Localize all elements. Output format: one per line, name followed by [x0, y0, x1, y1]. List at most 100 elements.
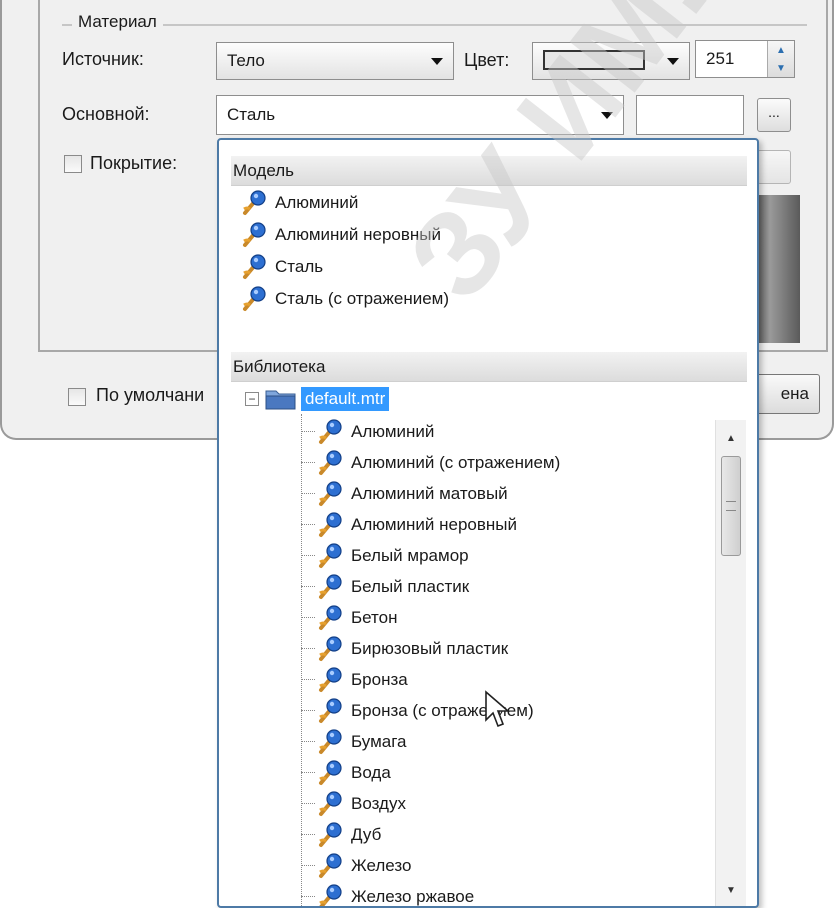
material-icon: [317, 604, 345, 632]
library-material-item[interactable]: Бумага: [301, 726, 407, 757]
library-material-item[interactable]: Алюминий матовый: [301, 478, 508, 509]
tree-branch-line: [301, 865, 315, 866]
color-label: Цвет:: [464, 50, 509, 71]
material-icon: [317, 542, 345, 570]
tree-root-label[interactable]: default.mtr: [301, 387, 389, 411]
coating-checkbox[interactable]: [64, 155, 82, 173]
library-material-item[interactable]: Алюминий (с отражением): [301, 447, 560, 478]
library-material-item[interactable]: Бетон: [301, 602, 397, 633]
folder-icon: [265, 387, 297, 411]
library-material-item[interactable]: Алюминий неровный: [301, 509, 517, 540]
library-material-item[interactable]: Бронза: [301, 664, 408, 695]
library-material-item[interactable]: Бирюзовый пластик: [301, 633, 508, 664]
tree-branch-line: [301, 710, 315, 711]
material-icon: [317, 635, 345, 663]
tree-branch-line: [301, 493, 315, 494]
model-material-label: Алюминий неровный: [275, 225, 441, 245]
library-material-label: Алюминий неровный: [351, 515, 517, 535]
default-checkbox[interactable]: [68, 388, 86, 406]
tree-branch-line: [301, 462, 315, 463]
model-section-header: Модель: [231, 156, 747, 186]
material-icon: [241, 253, 269, 281]
library-section-header: Библиотека: [231, 352, 747, 382]
material-icon: [317, 573, 345, 601]
library-material-item[interactable]: Дуб: [301, 819, 381, 850]
spin-buttons[interactable]: ▲ ▼: [767, 41, 794, 77]
base-extra-field[interactable]: [636, 95, 744, 135]
model-material-item[interactable]: Алюминий неровный: [241, 220, 441, 250]
library-material-item[interactable]: Воздух: [301, 788, 406, 819]
color-swatch: [543, 50, 645, 70]
material-icon: [317, 852, 345, 880]
source-label: Источник:: [62, 49, 144, 70]
library-material-label: Бетон: [351, 608, 397, 628]
collapse-icon[interactable]: −: [245, 392, 259, 406]
model-material-item[interactable]: Сталь (с отражением): [241, 284, 449, 314]
material-icon: [317, 666, 345, 694]
material-icon: [317, 821, 345, 849]
library-material-item[interactable]: Белый мрамор: [301, 540, 469, 571]
tree-branch-line: [301, 617, 315, 618]
color-combo[interactable]: [532, 42, 690, 80]
model-material-label: Сталь: [275, 257, 323, 277]
tree-branch-line: [301, 834, 315, 835]
library-material-label: Бумага: [351, 732, 407, 752]
tree-branch-line: [301, 772, 315, 773]
scroll-up-icon[interactable]: ▲: [716, 426, 746, 452]
model-material-label: Сталь (с отражением): [275, 289, 449, 309]
material-dropdown: Модель Алюминий Алюминий неровный Сталь Ста…: [217, 138, 759, 908]
grip-icon: [726, 501, 736, 511]
library-material-item[interactable]: Алюминий: [301, 416, 434, 447]
default-label: По умолчани: [96, 385, 204, 406]
tree-root[interactable]: − default.mtr: [245, 384, 389, 414]
library-material-label: Железо: [351, 856, 411, 876]
library-material-label: Вода: [351, 763, 391, 783]
material-icon: [317, 697, 345, 725]
model-material-item[interactable]: Алюминий: [241, 188, 358, 218]
coating-browse-button[interactable]: [757, 150, 791, 184]
library-material-item[interactable]: Вода: [301, 757, 391, 788]
tree-branch-line: [301, 524, 315, 525]
material-icon: [317, 759, 345, 787]
model-material-item[interactable]: Сталь: [241, 252, 323, 282]
model-material-label: Алюминий: [275, 193, 358, 213]
library-material-item[interactable]: Железо: [301, 850, 411, 881]
material-icon: [317, 418, 345, 446]
base-material-combo[interactable]: Сталь: [216, 95, 624, 135]
coating-label: Покрытие:: [90, 153, 177, 174]
library-material-label: Воздух: [351, 794, 406, 814]
browse-button[interactable]: ...: [757, 98, 791, 132]
color-value: 251: [706, 49, 734, 69]
material-icon: [317, 728, 345, 756]
material-icon: [241, 221, 269, 249]
mouse-cursor-icon: [484, 690, 510, 730]
library-material-item[interactable]: Белый пластик: [301, 571, 469, 602]
library-material-label: Алюминий (с отражением): [351, 453, 560, 473]
chevron-down-icon: [601, 112, 613, 119]
color-value-spinner[interactable]: 251 ▲ ▼: [695, 40, 795, 78]
source-combo[interactable]: Тело: [216, 42, 454, 80]
group-divider: [62, 24, 807, 26]
scroll-down-icon[interactable]: ▼: [716, 878, 746, 904]
tree-branch-line: [301, 431, 315, 432]
library-material-label: Дуб: [351, 825, 381, 845]
chevron-down-icon: [431, 58, 443, 65]
source-value: Тело: [227, 51, 265, 71]
tree-branch-line: [301, 741, 315, 742]
material-icon: [241, 189, 269, 217]
material-group-title: Материал: [72, 12, 163, 32]
scroll-thumb[interactable]: [721, 456, 741, 556]
material-icon: [317, 511, 345, 539]
material-icon: [317, 790, 345, 818]
material-icon: [317, 883, 345, 908]
library-scrollbar[interactable]: ▲ ▼: [715, 420, 746, 908]
spin-down-icon[interactable]: ▼: [776, 63, 786, 74]
base-label: Основной:: [62, 104, 150, 125]
tree-branch-line: [301, 803, 315, 804]
library-material-label: Бирюзовый пластик: [351, 639, 508, 659]
library-material-label: Белый пластик: [351, 577, 469, 597]
material-icon: [317, 480, 345, 508]
material-icon: [241, 285, 269, 313]
base-material-value: Сталь: [227, 105, 275, 125]
spin-up-icon[interactable]: ▲: [776, 45, 786, 56]
